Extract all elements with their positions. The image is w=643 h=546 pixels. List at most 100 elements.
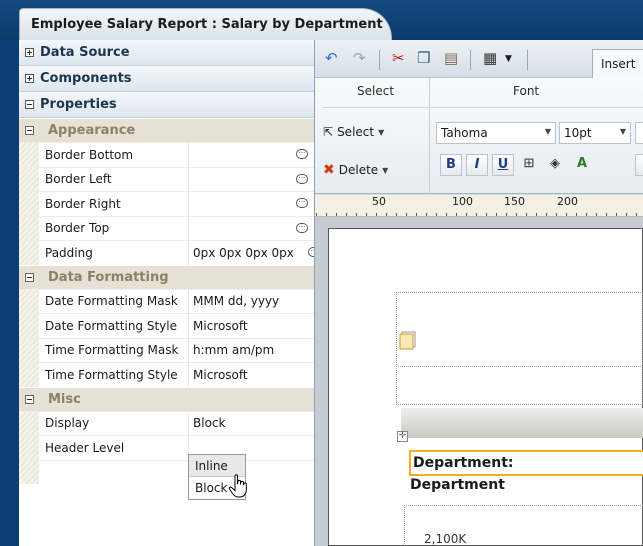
property-name: Padding [39,241,189,265]
ribbon-group-font-title: Font [513,84,540,98]
property-row-padding: Padding 0px 0px 0px 0px··· [19,240,314,265]
section-label: Data Formatting [48,269,169,285]
section-label: Misc [48,391,81,407]
property-value[interactable]: ··· [189,168,314,192]
underline-button[interactable]: U [492,154,514,176]
expand-icon [25,74,34,83]
section-header-bar[interactable] [401,408,643,438]
property-name: Border Top [39,216,189,240]
property-name: Border Left [39,167,189,191]
accordion-data-source[interactable]: Data Source [19,40,314,66]
section-data-formatting[interactable]: Data Formatting [19,264,314,289]
accordion-label: Properties [40,97,117,112]
ruler-label: 50 [372,195,386,208]
accordion-properties[interactable]: Properties [19,92,314,118]
section-appearance[interactable]: Appearance [19,118,314,142]
horizontal-ruler: 50 100 150 200 [315,195,643,217]
property-value[interactable]: MMM dd, yyyy [189,290,314,314]
layout-icon[interactable]: ▦ [483,49,497,67]
ellipsis-icon[interactable]: ··· [296,149,308,159]
property-row-header-level: Header Level [19,435,314,460]
property-name: Border Bottom [39,143,189,167]
select-button[interactable]: ⇱ Select ▼ [323,125,384,139]
ellipsis-icon[interactable]: ··· [308,247,314,257]
chevron-down-icon: ▼ [544,127,551,136]
delete-button[interactable]: ✖ Delete ▼ [323,162,388,178]
chevron-down-icon[interactable]: ▼ [505,54,512,64]
font-family-select[interactable]: Tahoma ▼ [436,122,556,144]
property-name: Date Formatting Style [39,314,189,338]
property-value[interactable]: ··· [189,143,314,167]
redo-icon[interactable]: ↷ [353,49,366,67]
property-row-date-mask: Date Formatting Mask MMM dd, yyyy [19,288,314,314]
ribbon: Select Font ⇱ Select ▼ ✖ Delete ▼ Tahoma… [315,78,643,194]
property-value[interactable]: Block [189,412,314,436]
ellipsis-icon[interactable]: ··· [296,173,308,184]
chevron-down-icon: ▼ [378,127,385,137]
property-value[interactable]: Microsoft [189,363,314,387]
property-value[interactable]: ··· [189,217,314,241]
accordion-label: Components [40,71,132,86]
italic-button[interactable]: I [466,154,488,176]
section-label: Appearance [48,123,136,138]
border-icon[interactable]: ⊞ [518,154,540,176]
property-name: Time Formatting Style [39,363,189,387]
quick-toolbar: ↶ ↷ ✂ ❐ ▤ ▦ ▼ Insert [315,40,643,78]
collapse-icon [25,126,34,135]
ellipsis-icon[interactable]: ··· [296,198,308,208]
department-heading[interactable]: Department: [409,450,643,476]
paste-icon[interactable]: ▤ [444,49,458,67]
property-name: Border Right [39,192,189,216]
property-value[interactable]: ··· [189,192,314,216]
cut-icon[interactable]: ✂ [392,49,405,67]
property-row-border-bottom: Border Bottom ··· [19,142,314,167]
collapse-icon [25,100,34,109]
property-row-time-style: Time Formatting Style Microsoft [19,362,314,387]
bold-button[interactable]: B [440,154,462,176]
property-value[interactable]: 0px 0px 0px 0px··· [189,241,314,265]
property-row-border-right: Border Right ··· [19,191,314,216]
left-panel: Data Source Components Properties Appear… [19,40,315,546]
hand-cursor-icon [228,474,247,498]
property-row-border-left: Border Left ··· [19,166,314,192]
section-misc[interactable]: Misc [19,386,314,411]
ribbon-group-select-title: Select [357,84,395,98]
chevron-down-icon: ▼ [619,127,626,136]
property-name: Display [39,411,189,435]
ellipsis-icon[interactable]: ··· [296,222,308,233]
accordion-components[interactable]: Components [19,66,314,92]
fill-color-icon[interactable]: ◈ [544,154,566,176]
ruler-label: 200 [557,195,578,208]
text-color-icon[interactable]: A [571,154,593,176]
font-size-select[interactable]: 10pt ▼ [559,122,631,144]
tab-insert[interactable]: Insert [592,49,643,78]
ruler-label: 100 [452,195,473,208]
property-value[interactable]: Microsoft [189,314,314,338]
property-row-display: Display Block [19,410,314,436]
department-field[interactable]: Department [410,477,505,493]
property-row-time-mask: Time Formatting Mask h:mm am/pm [19,337,314,363]
accordion-label: Data Source [40,45,130,60]
collapse-icon [25,272,34,282]
property-name: Date Formatting Mask [39,289,189,313]
copy-icon[interactable]: ❐ [417,49,430,67]
ruler-label: 150 [504,195,525,208]
report-tab[interactable]: Employee Salary Report : Salary by Depar… [19,8,392,41]
undo-icon[interactable]: ↶ [325,49,338,67]
delete-icon: ✖ [323,162,335,178]
layout-region[interactable] [396,292,643,405]
property-name: Time Formatting Mask [39,338,189,362]
title-tab-strip: Employee Salary Report : Salary by Depar… [0,0,643,41]
property-row-border-top: Border Top ··· [19,215,314,241]
pointer-icon: ⇱ [323,125,334,139]
collapse-icon [25,394,34,404]
property-name: Header Level [39,436,189,460]
property-value[interactable]: h:mm am/pm [189,339,314,363]
move-handle-icon[interactable]: ✛ [397,431,408,442]
property-row-empty [19,459,314,484]
chart-axis-label: 2,100K [424,532,467,546]
layout-container-icon[interactable] [398,330,418,350]
property-row-date-style: Date Formatting Style Microsoft [19,313,314,338]
chevron-down-icon: ▼ [382,165,389,175]
expand-icon [25,48,34,57]
